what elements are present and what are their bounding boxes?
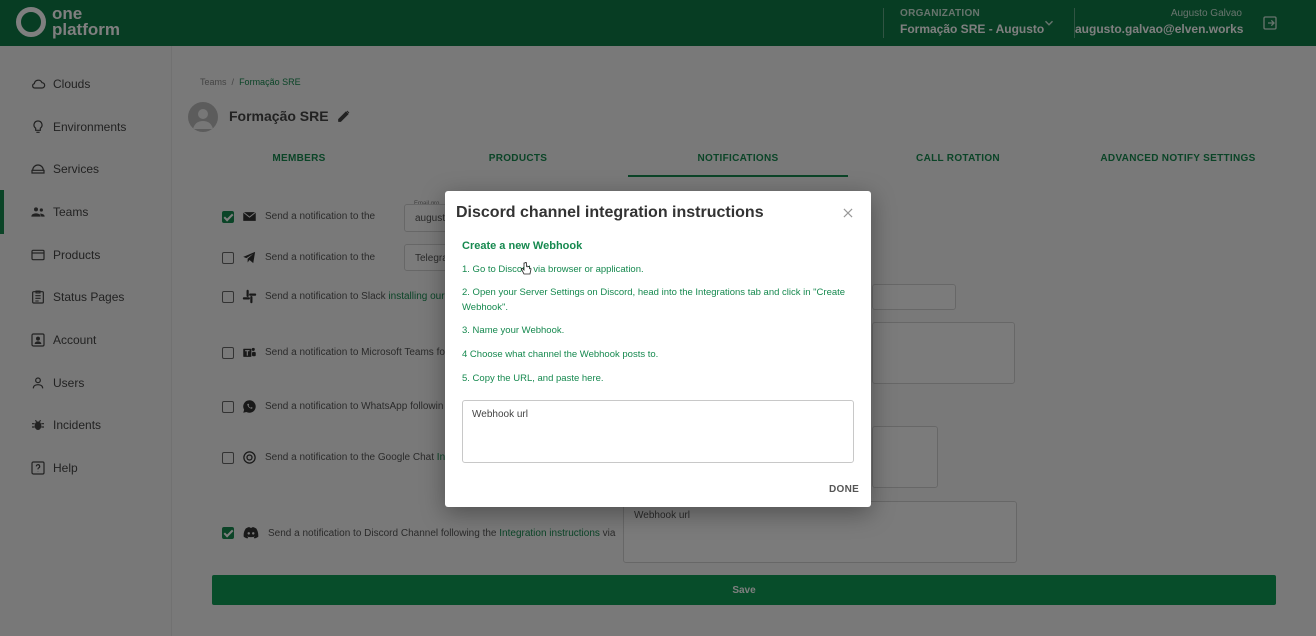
webhook-url-input[interactable]: Webhook url — [462, 400, 854, 463]
instruction-step-4: 4 Choose what channel the Webhook posts … — [462, 349, 659, 360]
instruction-step-3: 3. Name your Webhook. — [462, 325, 565, 336]
dialog-title: Discord channel integration instructions — [456, 204, 764, 221]
instruction-step-2: 2. Open your Server Settings on Discord,… — [462, 287, 846, 313]
dialog-subtitle: Create a new Webhook — [462, 240, 583, 252]
instruction-step-5: 5. Copy the URL, and paste here. — [462, 373, 604, 384]
discord-instructions-dialog: Discord channel integration instructions… — [445, 191, 871, 507]
close-icon[interactable] — [841, 206, 855, 220]
hand-cursor-icon — [520, 262, 532, 275]
done-button[interactable]: DONE — [829, 484, 859, 495]
